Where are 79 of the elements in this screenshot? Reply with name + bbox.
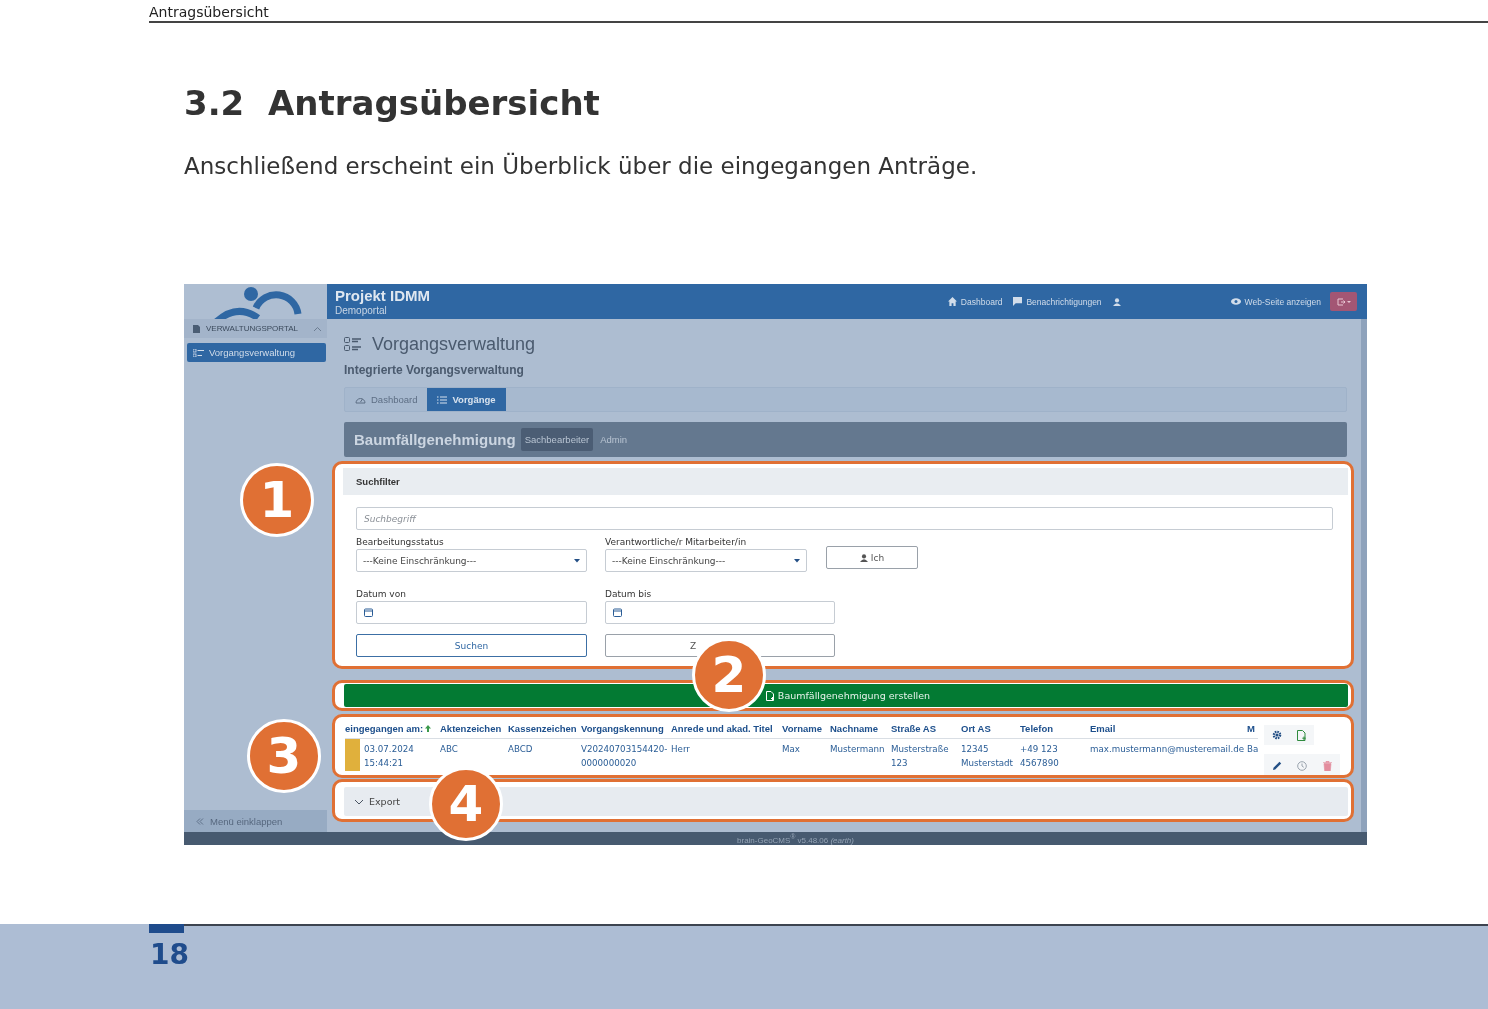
column-header[interactable]: Nachname [830, 723, 879, 734]
logout-button[interactable] [1330, 292, 1357, 311]
table-cell: Ba [1247, 744, 1259, 754]
role-button[interactable]: Sachbearbeiter [520, 428, 594, 451]
table-cell-text: 03.07.2024 15:44:21 [364, 743, 415, 770]
table-cell: +49 123 4567890 [1020, 744, 1059, 768]
column-header[interactable]: Vorname [782, 723, 822, 734]
intro-paragraph: Anschließend erscheint ein Überblick über die eingegangen Anträge. [184, 151, 979, 181]
date-field[interactable] [356, 601, 587, 624]
logout-icon [1336, 297, 1351, 306]
column-header[interactable]: Kassenzeichen [508, 723, 577, 734]
tab[interactable]: Vorgänge [427, 388, 506, 411]
edit-icon[interactable] [1271, 760, 1282, 771]
section-heading: 3.2 Antragsübersicht [184, 83, 601, 123]
user-icon[interactable] [1112, 296, 1121, 307]
running-header: Antragsübersicht [149, 4, 269, 20]
checklist-icon [193, 348, 204, 357]
column-header[interactable]: M [1247, 723, 1255, 734]
chat-icon [1013, 297, 1023, 306]
chevron-icon[interactable] [313, 325, 322, 332]
new-document-icon[interactable] [1296, 729, 1307, 741]
document-icon [193, 324, 200, 333]
page-title: Vorgangsverwaltung [372, 333, 536, 355]
caret-icon [574, 558, 580, 563]
table-cell: ABCD [508, 744, 533, 754]
home-icon [947, 297, 957, 306]
column-header[interactable]: Anrede und akad. Titel [671, 723, 773, 734]
table-cell: V20240703154420-0000000020 [581, 744, 668, 768]
table-cell: Max [782, 744, 800, 754]
nav-link[interactable]: Benachrichtigungen [1013, 296, 1102, 307]
column-header[interactable]: Straße AS [891, 723, 937, 734]
delete-icon[interactable] [1323, 760, 1333, 771]
table-cell: Mustermann [830, 744, 885, 754]
column-header[interactable]: Telefon [1020, 723, 1054, 734]
field-label: Bearbeitungsstatus [356, 537, 445, 547]
gauge-icon [355, 395, 366, 404]
table-cell: 12345 Musterstadt [961, 744, 1014, 768]
settings-icon[interactable] [1271, 730, 1282, 740]
status-dropdown[interactable]: ---Keine Einschränkung--- [356, 549, 587, 572]
table-cell: Herr [671, 744, 690, 754]
nav-link[interactable]: Dashboard [947, 296, 1003, 307]
eye-icon [1230, 298, 1241, 305]
search-button[interactable]: Suchen [356, 634, 587, 657]
new-document-icon [765, 690, 775, 701]
sidebar-item[interactable]: Vorgangsverwaltung [187, 343, 326, 362]
user-icon [859, 553, 868, 562]
app-subtitle: Demoportal [335, 305, 388, 316]
field-label: Datum von [356, 589, 407, 599]
caret-icon [794, 558, 800, 563]
table-cell: ABC [440, 744, 458, 754]
field-label: Datum bis [605, 589, 653, 599]
me-button[interactable]: Ich [826, 546, 918, 569]
process-title: Baumfällgenehmigung [354, 431, 516, 448]
sidebar-section-header[interactable]: VERWALTUNGSPORTAL [184, 319, 327, 338]
column-header[interactable]: Ort AS [961, 723, 991, 734]
clock-icon[interactable] [1297, 760, 1308, 771]
app-title: Projekt IDMM [335, 287, 431, 305]
version-text: brain-GeoCMS$^{®}$ v5.48.06 (earth) [737, 832, 854, 845]
web-page-link[interactable]: Web-Seite anzeigen [1230, 296, 1321, 307]
table-cell: Musterstraße 123 [891, 744, 949, 768]
column-header[interactable]: eingegangen am: [345, 723, 432, 734]
page-subtitle: Integrierte Vorgangsverwaltung [344, 363, 525, 377]
checklist-icon [344, 336, 362, 352]
list-icon [437, 395, 448, 404]
page-marker [149, 924, 184, 933]
double-chevron-icon [196, 817, 204, 825]
calendar-icon [613, 608, 622, 617]
field-label: Verantwortliche/r Mitarbeiter/in [605, 537, 748, 547]
search-field[interactable]: Suchbegriff [356, 507, 1333, 530]
card-title: Suchfilter [356, 476, 400, 487]
page-number: 18 [150, 938, 189, 971]
sort-arrow-icon [425, 725, 432, 732]
assignee-dropdown[interactable]: ---Keine Einschränkung--- [605, 549, 807, 572]
calendar-icon [364, 608, 373, 617]
date-field[interactable] [605, 601, 835, 624]
column-header[interactable]: Email [1090, 723, 1116, 734]
column-header[interactable]: Vorgangskennung [581, 723, 664, 734]
column-header[interactable]: Aktenzeichen [440, 723, 502, 734]
table-cell: max.mustermann@musteremail.de [1090, 744, 1245, 754]
